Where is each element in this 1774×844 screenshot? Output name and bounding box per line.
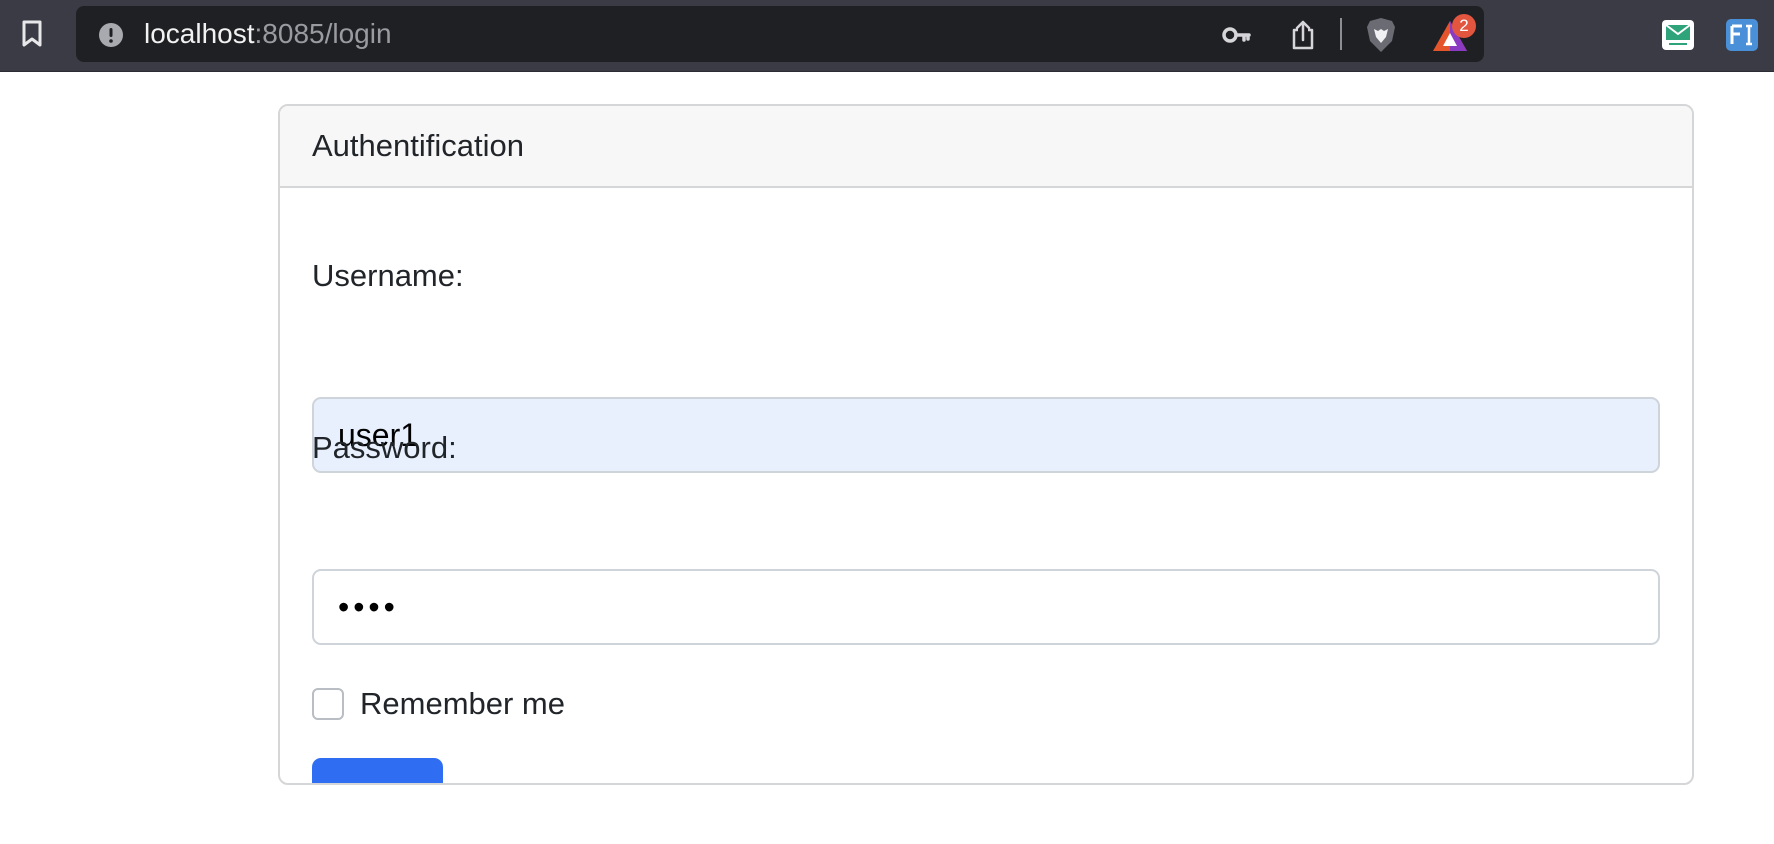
fi-extension-icon[interactable] [1724, 17, 1760, 53]
rewards-badge: 2 [1452, 14, 1476, 38]
remember-me-checkbox[interactable] [312, 688, 344, 720]
toolbar-divider [1340, 18, 1342, 50]
username-input[interactable] [312, 397, 1660, 473]
remember-me-row[interactable]: Remember me [312, 686, 565, 722]
brave-shields-icon[interactable] [1364, 17, 1398, 53]
site-info-icon[interactable] [98, 22, 124, 48]
key-icon[interactable] [1222, 20, 1252, 50]
remember-me-label[interactable]: Remember me [360, 686, 565, 722]
card-header: Authentification [280, 106, 1692, 188]
address-bar[interactable]: localhost:8085/login 2 [76, 6, 1484, 62]
browser-toolbar: localhost:8085/login 2 [0, 0, 1774, 72]
url-path: :8085/login [254, 18, 392, 49]
login-form: Username: Password: Remember me Login [280, 188, 1692, 783]
authentication-card: Authentification Username: Password: Rem… [278, 104, 1694, 785]
login-button[interactable]: Login [312, 758, 443, 783]
url-host: localhost [144, 18, 255, 49]
temp-mail-extension-icon[interactable] [1660, 17, 1696, 53]
card-title: Authentification [312, 128, 524, 163]
url-text[interactable]: localhost:8085/login [144, 6, 392, 62]
password-label: Password: [312, 430, 457, 465]
username-label: Username: [312, 258, 464, 293]
share-icon[interactable] [1288, 20, 1318, 50]
password-input[interactable] [312, 569, 1660, 645]
bookmark-icon[interactable] [14, 16, 50, 52]
